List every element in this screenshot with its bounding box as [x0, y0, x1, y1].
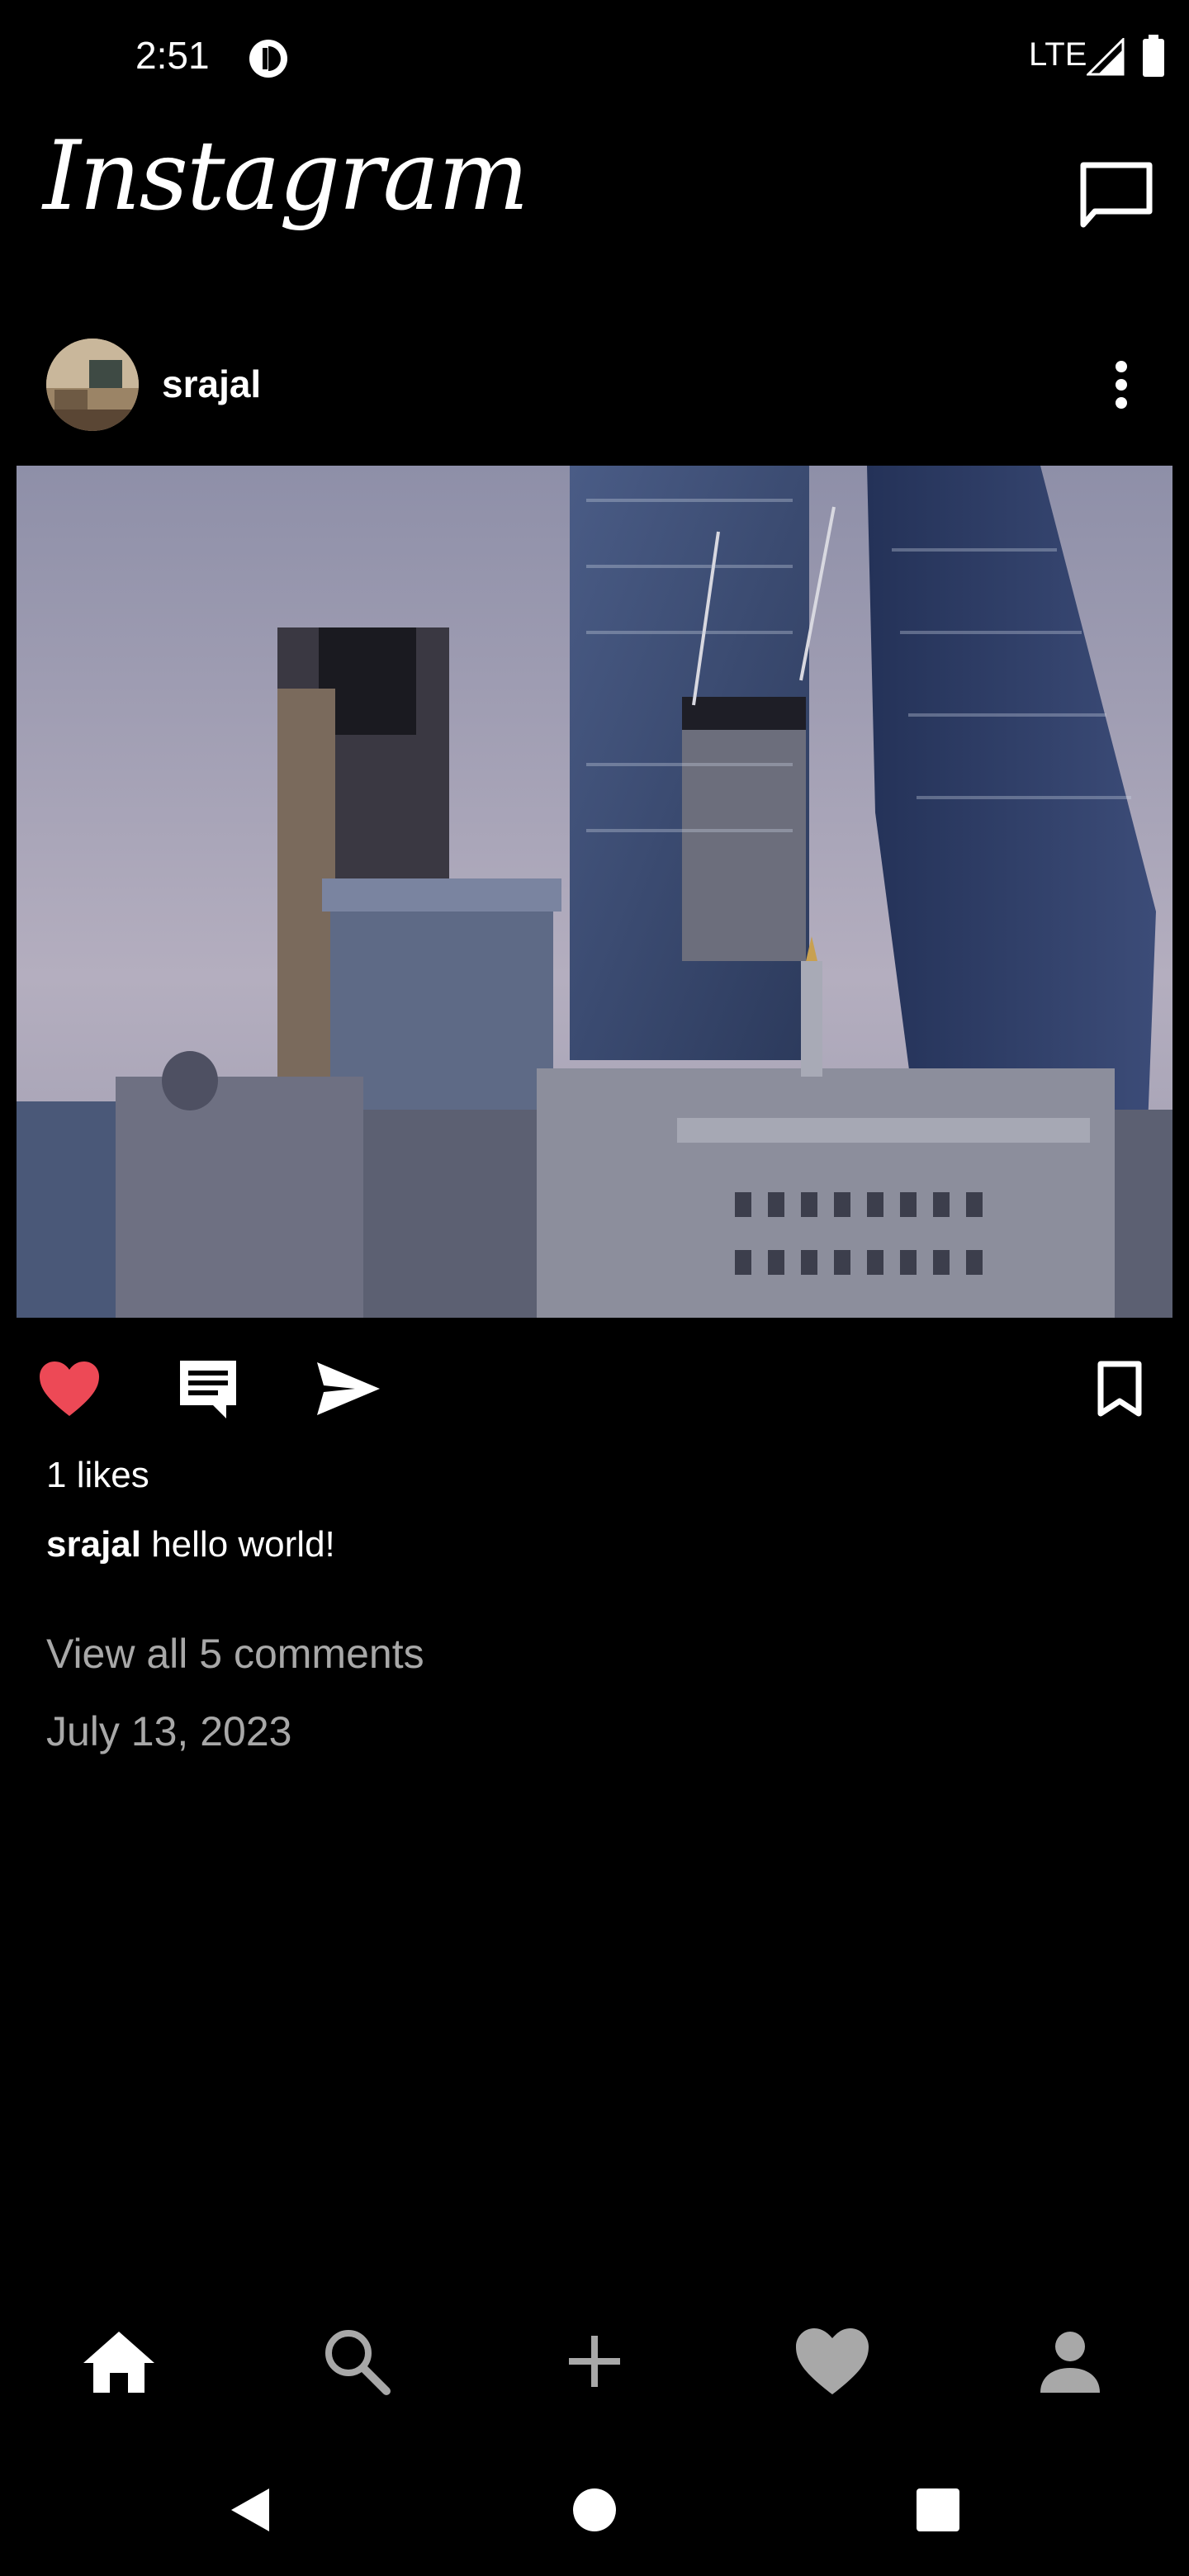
status-time: 2:51 — [135, 34, 210, 77]
app-header: Instagram — [0, 116, 1189, 305]
status-bar: 2:51 LTE — [0, 0, 1189, 116]
system-nav-bar — [0, 2444, 1189, 2576]
avatar[interactable] — [46, 339, 139, 431]
nav-search-button[interactable] — [315, 2320, 398, 2403]
caption-text: hello world! — [140, 1524, 335, 1565]
share-button[interactable] — [314, 1354, 383, 1423]
system-recents-button[interactable] — [897, 2469, 979, 2551]
nav-activity-button[interactable] — [791, 2320, 874, 2403]
system-back-button[interactable] — [208, 2469, 291, 2551]
view-comments-link[interactable]: View all 5 comments — [46, 1630, 424, 1678]
send-icon — [317, 1362, 380, 1415]
bottom-nav — [0, 2312, 1189, 2411]
heart-filled-icon — [40, 1361, 99, 1416]
app-notification-icon — [248, 38, 289, 79]
bookmark-icon — [1097, 1361, 1142, 1417]
battery-icon — [1141, 35, 1166, 78]
messages-button[interactable] — [1075, 154, 1158, 236]
plus-icon — [569, 2336, 620, 2387]
post-caption: srajal hello world! — [46, 1524, 335, 1565]
nav-home-button[interactable] — [78, 2320, 160, 2403]
search-icon — [325, 2330, 391, 2395]
more-vertical-icon — [1116, 361, 1127, 409]
chat-bubble-icon — [1080, 162, 1153, 228]
heart-icon — [796, 2328, 869, 2394]
more-options-button[interactable] — [1098, 352, 1144, 418]
recents-square-icon — [917, 2488, 959, 2531]
nav-create-button[interactable] — [553, 2320, 636, 2403]
network-type: LTE — [1029, 36, 1087, 73]
comment-icon — [180, 1361, 236, 1418]
post-image[interactable] — [17, 466, 1172, 1318]
instagram-logo: Instagram — [43, 121, 529, 232]
home-icon — [83, 2332, 154, 2393]
like-button[interactable] — [35, 1354, 104, 1423]
post-actions — [0, 1338, 1189, 1437]
back-triangle-icon — [231, 2488, 269, 2531]
post-date: July 13, 2023 — [46, 1708, 292, 1754]
person-icon — [1040, 2332, 1100, 2393]
home-circle-icon — [573, 2488, 616, 2531]
comment-button[interactable] — [173, 1354, 243, 1423]
nav-profile-button[interactable] — [1029, 2320, 1111, 2403]
caption-author[interactable]: srajal — [46, 1524, 141, 1565]
system-home-button[interactable] — [553, 2469, 636, 2551]
post-author[interactable]: srajal — [162, 362, 261, 406]
signal-icon — [1085, 36, 1125, 76]
likes-count[interactable]: 1 likes — [46, 1455, 149, 1496]
save-button[interactable] — [1085, 1354, 1154, 1423]
post-header: srajal — [0, 322, 1189, 446]
